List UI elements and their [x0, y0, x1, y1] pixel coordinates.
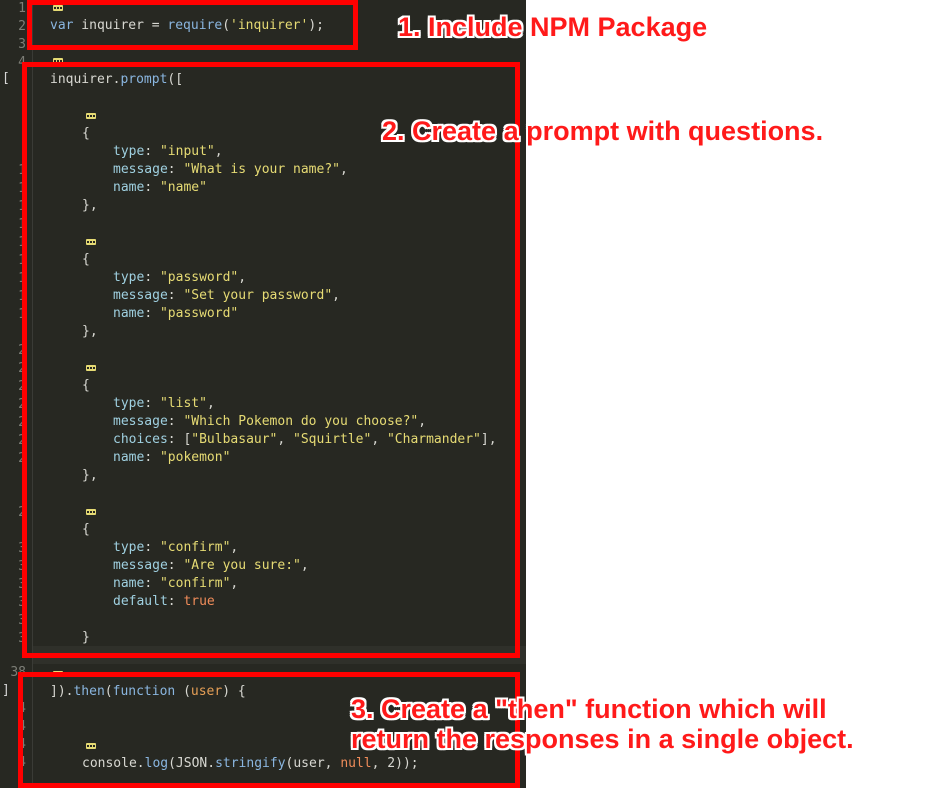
line-number: 2	[18, 19, 26, 34]
annotation-label-1: 1. Include NPM Package	[398, 12, 708, 42]
annotation-label-2: 2. Create a prompt with questions.	[382, 116, 824, 146]
fold-marker[interactable]: ]	[2, 682, 12, 700]
annotation-box-1	[27, 0, 358, 50]
line-number: 1	[18, 1, 26, 16]
annotation-label-3-line-1: 3. Create a "then" function which will	[351, 694, 827, 724]
line-number: 3	[18, 37, 26, 52]
annotation-box-2	[22, 62, 520, 658]
fold-marker[interactable]: [	[2, 70, 12, 88]
annotation-label-3-line-2: return the responses in a single object.	[351, 724, 854, 754]
